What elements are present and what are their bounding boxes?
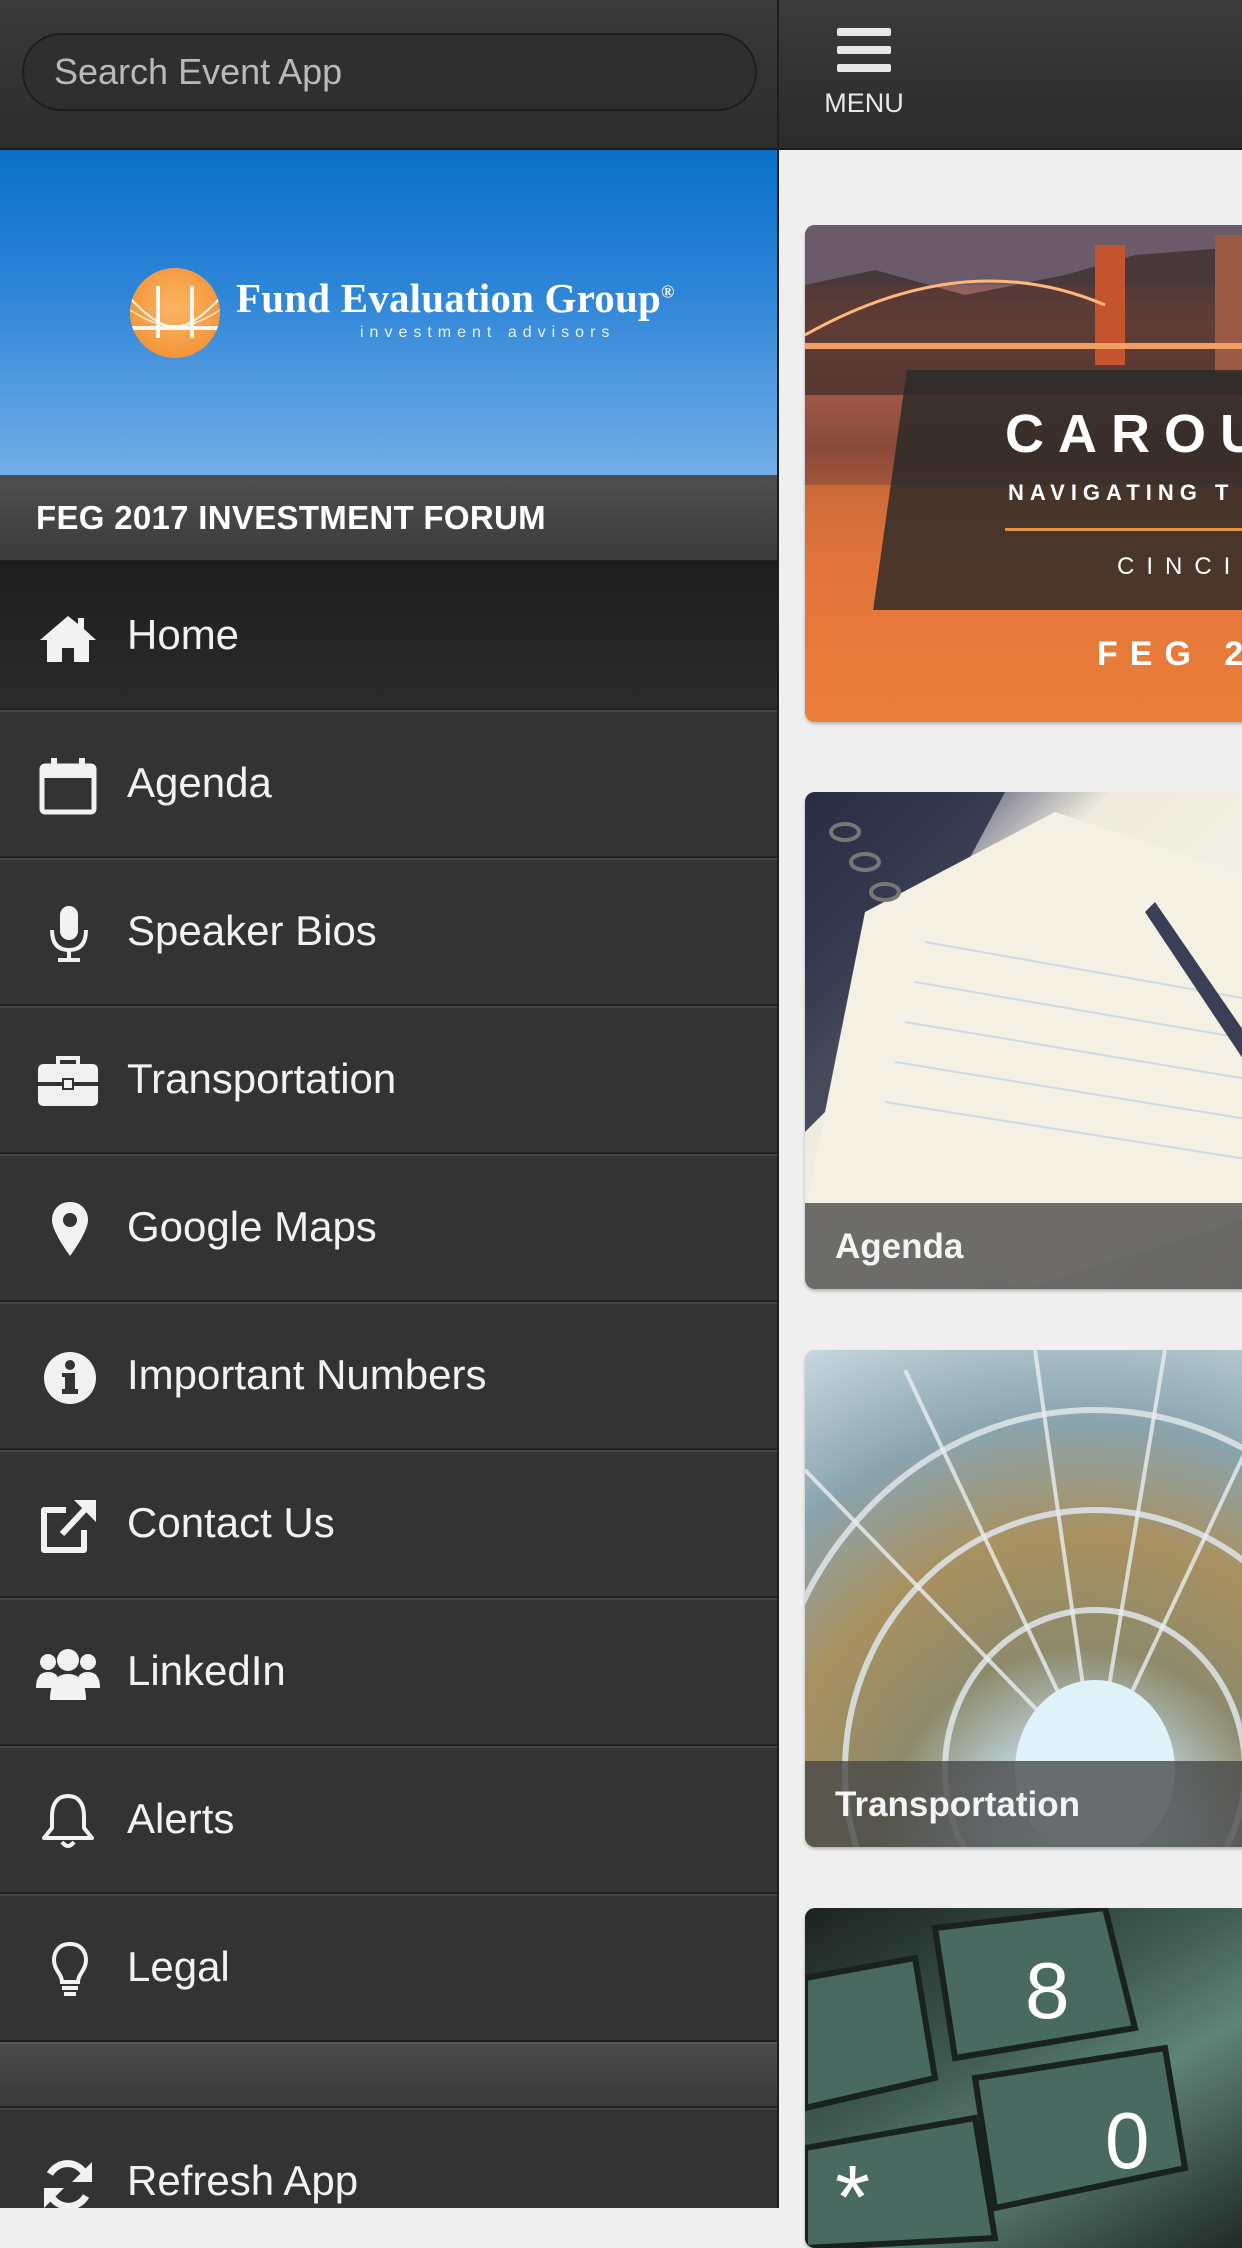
nav-label: LinkedIn [127,1647,286,1694]
top-bar: MENU [779,0,1242,150]
home-icon [36,608,100,668]
search-input[interactable] [22,33,757,111]
event-title-bar: FEG 2017 INVESTMENT FORUM [0,475,777,562]
svg-text:*: * [835,2148,870,2248]
logo-tagline: investment advisors [360,324,616,341]
logo-name: Fund Evaluation Group® [236,275,675,321]
nav-item-alerts[interactable]: Alerts [0,1746,777,1894]
info-icon [36,1348,100,1408]
menu-button[interactable]: MENU [809,20,919,130]
home-carousel-tile[interactable]: CAROU NAVIGATING T CINCI FEG 20 [805,225,1242,722]
search-bar [0,0,777,150]
refresh-icon [36,2154,100,2208]
nav-item-speaker-bios[interactable]: Speaker Bios [0,858,777,1006]
nav-item-linkedin[interactable]: LinkedIn [0,1598,777,1746]
nav-menu: Home Agenda Speaker Bios Transportation [0,562,777,2208]
nav-label: Important Numbers [127,1351,487,1398]
nav-label: Speaker Bios [127,907,377,954]
nav-item-google-maps[interactable]: Google Maps [0,1154,777,1302]
nav-label: Refresh App [127,2157,359,2204]
nav-item-legal[interactable]: Legal [0,1894,777,2042]
nav-label: Legal [127,1943,230,1990]
side-drawer: Fund Evaluation Group® investment adviso… [0,0,777,2208]
carousel-title: CAROU [1005,404,1242,464]
tile-caption: Transportation [805,1761,1242,1847]
event-title: FEG 2017 INVESTMENT FORUM [36,499,546,536]
nav-label: Transportation [127,1055,397,1102]
svg-text:0: 0 [1105,2096,1150,2185]
nav-item-important-numbers[interactable]: Important Numbers [0,1302,777,1450]
nav-label: Home [127,611,240,658]
nav-label: Alerts [127,1795,235,1842]
bell-icon [36,1792,100,1852]
nav-item-agenda[interactable]: Agenda [0,710,777,858]
nav-item-transportation[interactable]: Transportation [0,1006,777,1154]
menu-label: MENU [824,88,904,118]
briefcase-icon [36,1052,100,1112]
nav-item-contact-us[interactable]: Contact Us [0,1450,777,1598]
nav-item-refresh-app[interactable]: Refresh App [0,2108,777,2208]
users-icon [36,1644,100,1704]
logo-sun-bridge-icon [130,268,220,358]
nav-separator [0,2042,777,2108]
transportation-tile[interactable]: Transportation [805,1350,1242,1847]
carousel-location: CINCI [1117,553,1242,580]
nav-label: Google Maps [127,1203,377,1250]
carousel-divider [1005,528,1242,531]
carousel-subtitle: NAVIGATING T [1008,480,1235,505]
nav-label: Agenda [127,759,272,806]
nav-item-home[interactable]: Home [0,562,777,710]
brand-banner: Fund Evaluation Group® investment adviso… [0,150,777,475]
svg-text:8: 8 [1025,1946,1070,2035]
keypad-photo: 8 0 * [805,1908,1189,2248]
carousel-event-name: FEG 20 [1097,635,1242,673]
lightbulb-icon [36,1940,100,2000]
microphone-icon [36,904,100,964]
tile-caption: Agenda [805,1203,1242,1289]
calendar-icon [36,756,100,816]
map-pin-icon [36,1200,100,1260]
important-numbers-tile[interactable]: 8 0 * [805,1908,1242,2248]
nav-label: Contact Us [127,1499,335,1546]
hamburger-icon [837,26,891,74]
agenda-tile[interactable]: Agenda [805,792,1242,1289]
fund-evaluation-group-logo: Fund Evaluation Group® investment adviso… [130,268,674,364]
external-link-icon [36,1496,100,1556]
